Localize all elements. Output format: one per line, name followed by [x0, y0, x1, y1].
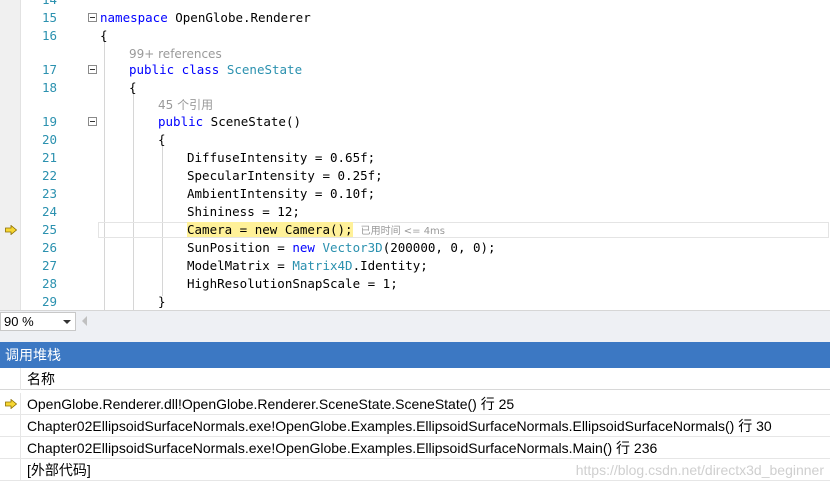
line-number: 19: [41, 114, 57, 129]
line-number: 17: [41, 62, 57, 77]
callstack-header-row: 名称: [0, 368, 830, 390]
zoom-value: 90 %: [4, 314, 34, 329]
code-text: ModelMatrix = Matrix4D.Identity;: [187, 258, 428, 273]
collapse-toggle[interactable]: [88, 13, 97, 22]
collapse-toggle[interactable]: [88, 65, 97, 74]
code-text: {: [100, 28, 108, 43]
codelens-references[interactable]: 45 个引用: [0, 96, 830, 114]
code-line-22: 22 SpecularIntensity = 0.25f;: [0, 167, 830, 185]
code-line-15: 15 namespace OpenGlobe.Renderer: [0, 9, 830, 27]
callstack-grid: 名称 OpenGlobe.Renderer.dll!OpenGlobe.Rend…: [0, 368, 830, 488]
code-text: AmbientIntensity = 0.10f;: [187, 186, 376, 201]
code-editor[interactable]: 14 15 namespace OpenGlobe.Renderer 16 { …: [0, 0, 830, 310]
callstack-panel-title: 调用堆栈: [0, 342, 830, 368]
current-statement-arrow-icon: [5, 225, 17, 235]
code-text: public class SceneState: [129, 62, 303, 77]
code-line-20: 20 {: [0, 131, 830, 149]
code-text: {: [158, 132, 166, 147]
frame-icon-cell: [0, 459, 21, 481]
callstack-row[interactable]: Chapter02EllipsoidSurfaceNormals.exe!Ope…: [0, 437, 830, 459]
line-number: 21: [41, 150, 57, 165]
line-number: 23: [41, 186, 57, 201]
code-line-23: 23 AmbientIntensity = 0.10f;: [0, 185, 830, 203]
code-line-17: 17 public class SceneState: [0, 61, 830, 79]
code-line-26: 26 SunPosition = new Vector3D(200000, 0,…: [0, 239, 830, 257]
code-text: Camera = new Camera(); 已用时间 <= 4ms: [187, 221, 445, 241]
chevron-down-icon: [63, 320, 71, 324]
collapse-toggle[interactable]: [88, 117, 97, 126]
code-line-29: 29 }: [0, 293, 830, 310]
code-line-25-current: 25 Camera = new Camera(); 已用时间 <= 4ms: [0, 221, 830, 239]
current-statement-highlight: Camera = new Camera();: [187, 222, 353, 237]
callstack-frame-text: Chapter02EllipsoidSurfaceNormals.exe!Ope…: [27, 418, 772, 434]
line-number: 16: [41, 28, 57, 43]
line-number: 24: [41, 204, 57, 219]
line-number: 22: [41, 168, 57, 183]
line-number: 28: [41, 276, 57, 291]
code-line-19: 19 public SceneState(): [0, 113, 830, 131]
code-line-14: 14: [0, 0, 830, 9]
line-number: 27: [41, 258, 57, 273]
current-frame-arrow-icon: [5, 399, 17, 409]
code-text: SunPosition = new Vector3D(200000, 0, 0)…: [187, 240, 496, 255]
line-number: 29: [41, 294, 57, 309]
code-line-28: 28 HighResolutionSnapScale = 1;: [0, 275, 830, 293]
codelens-text[interactable]: 45 个引用: [158, 96, 213, 114]
code-line-24: 24 Shininess = 12;: [0, 203, 830, 221]
perf-tip[interactable]: 已用时间 <= 4ms: [361, 226, 445, 237]
icon-column-header: [0, 368, 21, 390]
code-text: {: [129, 80, 137, 95]
line-number: 18: [41, 80, 57, 95]
code-text: HighResolutionSnapScale = 1;: [187, 276, 398, 291]
line-number: 25: [41, 222, 57, 237]
callstack-row[interactable]: Chapter02EllipsoidSurfaceNormals.exe!Ope…: [0, 415, 830, 437]
code-text: DiffuseIntensity = 0.65f;: [187, 150, 376, 165]
frame-icon-cell: [0, 393, 21, 415]
code-text: namespace OpenGlobe.Renderer: [100, 10, 311, 25]
callstack-row-current[interactable]: OpenGlobe.Renderer.dll!OpenGlobe.Rendere…: [0, 393, 830, 415]
frame-icon-cell: [0, 415, 21, 437]
code-line-21: 21 DiffuseIntensity = 0.65f;: [0, 149, 830, 167]
code-line-16: 16 {: [0, 27, 830, 45]
code-line-18: 18 {: [0, 79, 830, 97]
editor-status-bar: 90 %: [0, 310, 830, 332]
watermark: https://blog.csdn.net/directx3d_beginner: [575, 462, 824, 478]
code-text: public SceneState(): [158, 114, 301, 129]
frame-icon-cell: [0, 437, 21, 459]
callstack-frame-text: Chapter02EllipsoidSurfaceNormals.exe!Ope…: [27, 440, 658, 456]
line-number: 15: [41, 10, 57, 25]
line-number: 20: [41, 132, 57, 147]
column-header-name[interactable]: 名称: [27, 368, 55, 390]
scroll-left-icon[interactable]: [82, 316, 87, 326]
line-number: 14: [20, 0, 57, 9]
code-text: SpecularIntensity = 0.25f;: [187, 168, 383, 183]
callstack-frame-text: OpenGlobe.Renderer.dll!OpenGlobe.Rendere…: [27, 396, 515, 412]
zoom-select[interactable]: 90 %: [0, 312, 76, 331]
callstack-frame-text: [外部代码]: [27, 462, 91, 478]
code-text: Shininess = 12;: [187, 204, 300, 219]
line-number: 26: [41, 240, 57, 255]
code-text: }: [158, 294, 166, 309]
panel-splitter[interactable]: [0, 332, 830, 342]
code-line-27: 27 ModelMatrix = Matrix4D.Identity;: [0, 257, 830, 275]
